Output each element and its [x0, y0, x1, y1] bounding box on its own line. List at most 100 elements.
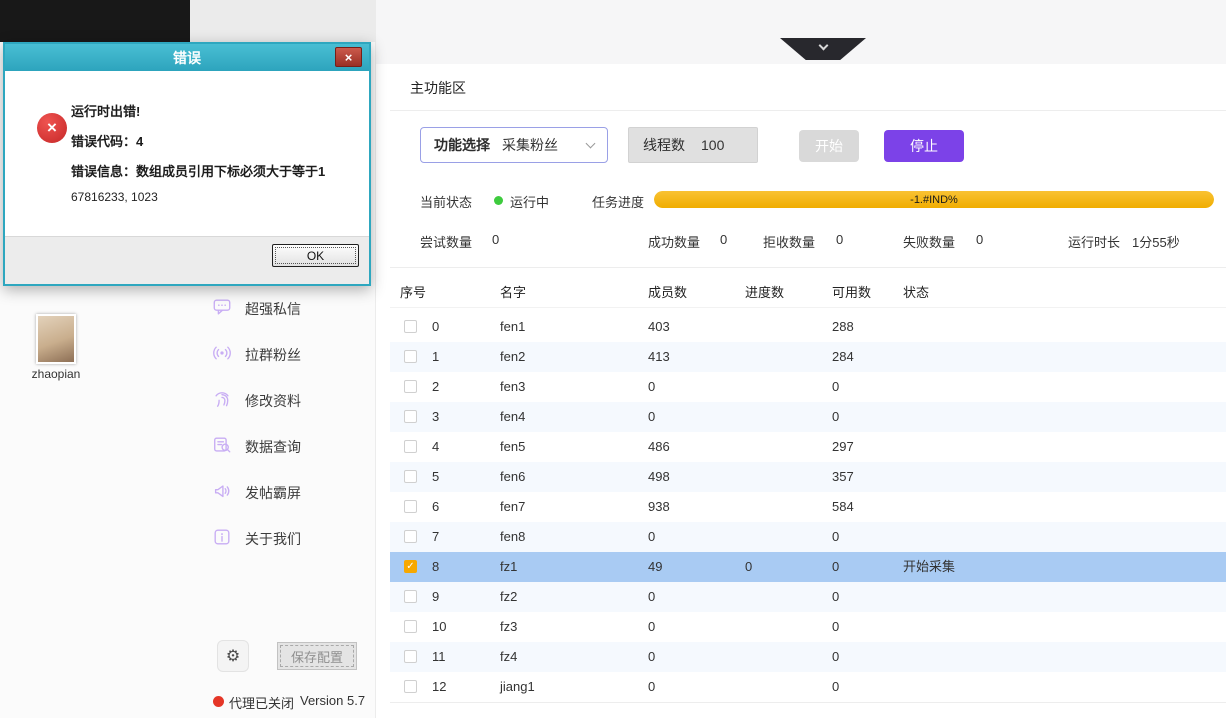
- row-checkbox[interactable]: [404, 410, 417, 423]
- close-icon[interactable]: ×: [335, 47, 362, 67]
- cell-index: 8: [432, 552, 439, 582]
- col-header-status: 状态: [903, 278, 929, 308]
- cell-members: 0: [648, 402, 655, 432]
- error-dialog-body: × 运行时出错! 错误代码：4 错误信息：数组成员引用下标必须大于等于1 678…: [5, 71, 369, 236]
- cell-members: 49: [648, 552, 662, 582]
- cell-name: fen6: [500, 462, 525, 492]
- current-status-label: 当前状态: [420, 192, 472, 211]
- table-row[interactable]: 5 fen6 498 357: [390, 462, 1226, 492]
- row-checkbox[interactable]: [404, 440, 417, 453]
- table-row[interactable]: 1 fen2 413 284: [390, 342, 1226, 372]
- threads-value: 100: [701, 137, 724, 153]
- table-row[interactable]: ✓ 8 fz1 49 0 0 开始采集: [390, 552, 1226, 582]
- divider: [390, 267, 1226, 268]
- cell-available: 288: [832, 312, 854, 342]
- sidebar-item-edit-profile[interactable]: 修改资料: [212, 388, 301, 414]
- col-header-available: 可用数: [832, 278, 871, 308]
- photo-thumbnail[interactable]: [36, 314, 76, 364]
- runtime-label: 运行时长: [1068, 232, 1120, 251]
- settings-button[interactable]: ⚙: [217, 640, 249, 672]
- success-count-label: 成功数量: [648, 232, 700, 251]
- divider: [390, 110, 1226, 111]
- row-checkbox[interactable]: [404, 500, 417, 513]
- col-header-name: 名字: [500, 278, 526, 308]
- cell-members: 0: [648, 582, 655, 612]
- sidebar-item-label: 拉群粉丝: [245, 345, 301, 365]
- table-row[interactable]: 4 fen5 486 297: [390, 432, 1226, 462]
- error-info-line: 错误信息：数组成员引用下标必须大于等于1: [71, 161, 325, 180]
- sidebar-item-about-us[interactable]: 关于我们: [212, 526, 301, 552]
- table-row[interactable]: 7 fen8 0 0: [390, 522, 1226, 552]
- table-row[interactable]: 10 fz3 0 0: [390, 612, 1226, 642]
- cell-members: 403: [648, 312, 670, 342]
- row-checkbox[interactable]: [404, 350, 417, 363]
- version-text: Version 5.7: [300, 693, 365, 708]
- cell-available: 357: [832, 462, 854, 492]
- cell-members: 0: [648, 642, 655, 672]
- ok-button[interactable]: OK: [272, 244, 359, 267]
- table-row[interactable]: 11 fz4 0 0: [390, 642, 1226, 672]
- row-checkbox[interactable]: [404, 650, 417, 663]
- success-count-value: 0: [720, 232, 727, 247]
- info-icon: [212, 527, 232, 552]
- table-body: 0 fen1 403 288 1 fen2 413 284 2 fen3 0 0…: [390, 312, 1226, 703]
- function-select[interactable]: 功能选择 采集粉丝: [420, 127, 608, 163]
- chevron-down-icon: [586, 138, 596, 148]
- function-select-label: 功能选择: [434, 135, 490, 155]
- row-checkbox[interactable]: [404, 620, 417, 633]
- table-row[interactable]: 2 fen3 0 0: [390, 372, 1226, 402]
- error-dialog-titlebar[interactable]: 错误 ×: [5, 44, 369, 71]
- sidebar-item-label: 超强私信: [245, 299, 301, 319]
- row-checkbox[interactable]: [404, 380, 417, 393]
- table-row[interactable]: 9 fz2 0 0: [390, 582, 1226, 612]
- cell-index: 6: [432, 492, 439, 522]
- table-row[interactable]: 12 jiang1 0 0: [390, 672, 1226, 702]
- broadcast-icon: [212, 343, 232, 368]
- stop-button[interactable]: 停止: [884, 130, 964, 162]
- running-status-dot: [494, 196, 503, 205]
- row-checkbox[interactable]: ✓: [404, 560, 417, 573]
- row-checkbox[interactable]: [404, 680, 417, 693]
- photo-label: zhaopian: [18, 367, 94, 381]
- table-row[interactable]: 3 fen4 0 0: [390, 402, 1226, 432]
- task-progress-label: 任务进度: [592, 192, 644, 211]
- fail-count-label: 失败数量: [903, 232, 955, 251]
- attempt-count-label: 尝试数量: [420, 232, 472, 251]
- cell-name: fen3: [500, 372, 525, 402]
- sidebar-item-data-query[interactable]: 数据查询: [212, 434, 301, 460]
- save-config-button[interactable]: 保存配置: [277, 642, 357, 670]
- current-status-value: 运行中: [510, 192, 549, 211]
- error-dialog: 错误 × × 运行时出错! 错误代码：4 错误信息：数组成员引用下标必须大于等于…: [3, 42, 371, 286]
- row-checkbox[interactable]: [404, 590, 417, 603]
- threads-label: 线程数: [643, 135, 685, 155]
- cell-members: 938: [648, 492, 670, 522]
- cell-name: fz4: [500, 642, 517, 672]
- sidebar-item-post-screen[interactable]: 发帖霸屏: [212, 480, 301, 506]
- page-title: 主功能区: [410, 78, 466, 98]
- cell-available: 0: [832, 582, 839, 612]
- table-row[interactable]: 0 fen1 403 288: [390, 312, 1226, 342]
- function-select-value: 采集粉丝: [502, 135, 558, 155]
- cell-index: 5: [432, 462, 439, 492]
- sidebar-menu: 超强私信 拉群粉丝 修改资料 数据查询 发帖霸屏 关于我们: [212, 296, 301, 552]
- window-corner-dark: [0, 0, 190, 42]
- sidebar-item-private-message[interactable]: 超强私信: [212, 296, 301, 322]
- cell-members: 0: [648, 372, 655, 402]
- cell-available: 584: [832, 492, 854, 522]
- cell-name: fz3: [500, 612, 517, 642]
- table-header: 序号 名字 成员数 进度数 可用数 状态: [390, 278, 1226, 308]
- sidebar-item-group-fans[interactable]: 拉群粉丝: [212, 342, 301, 368]
- threads-input[interactable]: 线程数 100: [628, 127, 758, 163]
- cell-index: 11: [432, 642, 446, 672]
- row-checkbox[interactable]: [404, 530, 417, 543]
- row-checkbox[interactable]: [404, 470, 417, 483]
- cell-index: 4: [432, 432, 439, 462]
- cell-index: 7: [432, 522, 439, 552]
- start-button[interactable]: 开始: [799, 130, 859, 162]
- error-dialog-title: 错误: [173, 48, 201, 68]
- cell-members: 0: [648, 672, 655, 702]
- cell-name: fz1: [500, 552, 517, 582]
- row-checkbox[interactable]: [404, 320, 417, 333]
- table-row[interactable]: 6 fen7 938 584: [390, 492, 1226, 522]
- cell-available: 284: [832, 342, 854, 372]
